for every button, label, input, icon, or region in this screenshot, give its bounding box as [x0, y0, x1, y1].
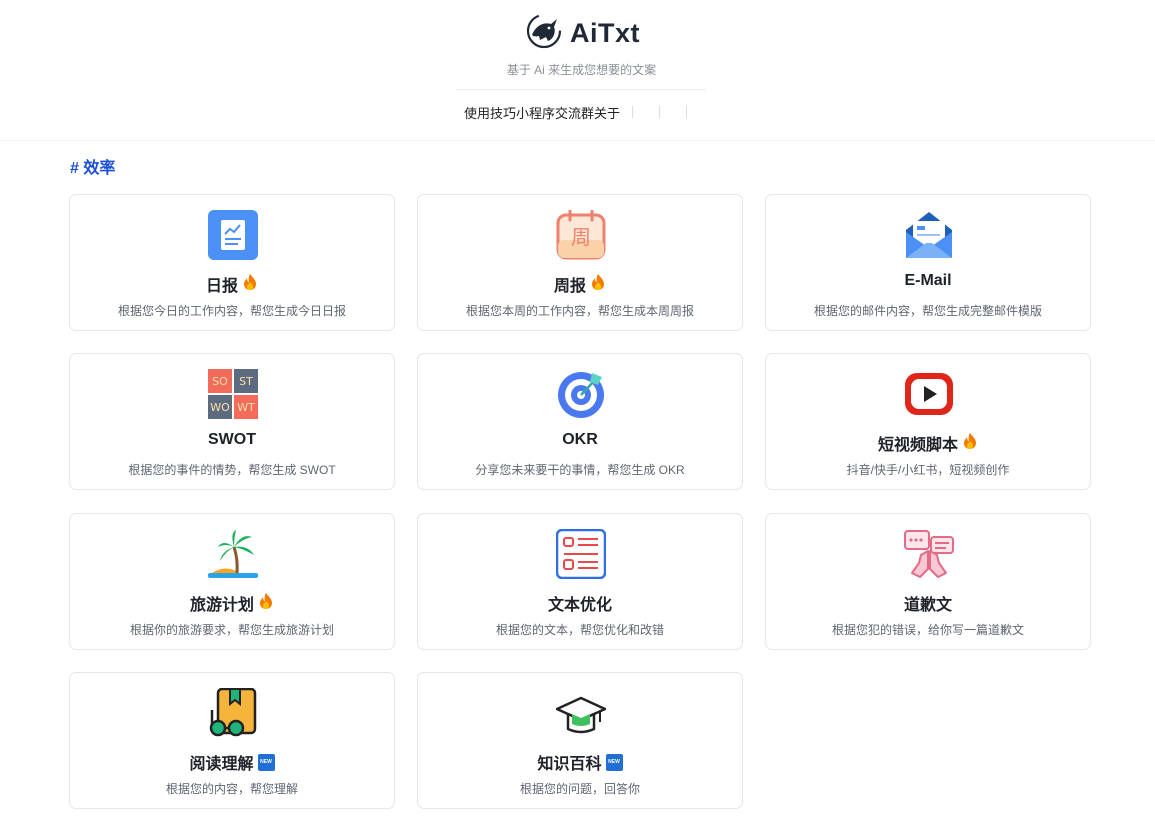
- card-title: 日报: [70, 272, 394, 296]
- card-description: 根据您的内容，帮您理解: [165, 782, 298, 796]
- nav-group[interactable]: 交流群: [555, 103, 594, 122]
- card-title: E-Mail: [766, 272, 1090, 290]
- new-icon: NEW: [257, 753, 275, 771]
- swot-label-so: SO: [212, 375, 228, 388]
- calendar-icon: 周: [556, 210, 606, 260]
- card-description: 根据您犯的错误，给你写一篇道歉文: [831, 623, 1024, 637]
- brand[interactable]: AiTxt: [526, 13, 640, 54]
- card-title: 道歉文: [766, 591, 1090, 615]
- card-email[interactable]: E-Mail 根据您的邮件内容，帮您生成完整邮件模版: [765, 194, 1091, 331]
- card-title-text: 日报: [205, 278, 238, 295]
- card-description: 分享您未来要干的事情，帮您生成 OKR: [475, 463, 685, 477]
- top-nav: 使用技巧 小程序 交流群 关于: [464, 102, 699, 122]
- card-title-text: OKR: [562, 431, 598, 448]
- card-title-text: 文本优化: [547, 597, 612, 614]
- card-okr[interactable]: OKR 分享您未来要干的事情，帮您生成 OKR: [417, 353, 743, 490]
- card-short-video-script[interactable]: 短视频脚本 抖音/快手/小红书，短视频创作: [765, 353, 1091, 490]
- praying-hands-icon: [904, 529, 954, 579]
- report-chart-icon: [208, 210, 258, 260]
- card-apology[interactable]: 道歉文 根据您犯的错误，给你写一篇道歉文: [765, 513, 1091, 650]
- envelope-icon: [904, 210, 954, 260]
- card-weekly-report[interactable]: 周 周报 根据您本周的工作内容，帮您生成本周周报: [417, 194, 743, 331]
- new-icon: NEW: [605, 753, 623, 771]
- card-daily-report[interactable]: 日报 根据您今日的工作内容，帮您生成今日日报: [69, 194, 395, 331]
- card-title-text: 道歉文: [903, 597, 952, 614]
- card-encyclopedia[interactable]: 知识百科 NEW 根据您的问题，回答你: [417, 672, 743, 809]
- card-title-text: 知识百科: [537, 756, 602, 773]
- fire-icon: [590, 273, 606, 296]
- divider: [456, 89, 706, 90]
- card-description: 根据您本周的工作内容，帮您生成本周周报: [465, 304, 694, 318]
- card-title: 周报: [418, 272, 742, 296]
- card-reading[interactable]: 阅读理解 NEW 根据您的内容，帮您理解: [69, 672, 395, 809]
- swot-label-st: ST: [239, 375, 253, 388]
- site-header: AiTxt 基于 Ai 来生成您想要的文案 使用技巧 小程序 交流群 关于: [0, 0, 1155, 141]
- brand-name: AiTxt: [570, 17, 640, 48]
- fire-icon: [258, 592, 274, 615]
- nav-tips[interactable]: 使用技巧: [464, 103, 516, 122]
- card-title-text: 周报: [553, 278, 586, 295]
- card-description: 根据您的文本，帮您优化和改错: [495, 623, 664, 637]
- card-title: 短视频脚本: [766, 431, 1090, 455]
- card-title: 旅游计划: [70, 591, 394, 615]
- card-title-text: 短视频脚本: [877, 437, 958, 454]
- card-text-optimize[interactable]: 文本优化 根据您的文本，帮您优化和改错: [417, 513, 743, 650]
- card-title-text: 阅读理解: [189, 756, 254, 773]
- fire-icon: [962, 432, 978, 455]
- target-icon: [556, 369, 606, 419]
- tagline: 基于 Ai 来生成您想要的文案: [506, 63, 657, 77]
- card-description: 根据您的事件的情势，帮您生成 SWOT: [128, 463, 336, 477]
- card-description: 根据您今日的工作内容，帮您生成今日日报: [117, 304, 346, 318]
- section-title: # 效率: [70, 160, 116, 177]
- card-title: OKR: [418, 431, 742, 449]
- card-description: 根据你的旅游要求，帮您生成旅游计划: [129, 623, 334, 637]
- card-title-text: E-Mail: [904, 272, 952, 289]
- checklist-icon: [556, 529, 606, 579]
- card-title: 文本优化: [418, 591, 742, 615]
- video-play-icon: [904, 369, 954, 419]
- swot-label-wo: WO: [210, 401, 230, 414]
- palm-beach-icon: [208, 529, 258, 579]
- card-title: SWOT: [70, 431, 394, 449]
- nav-about[interactable]: 关于: [594, 103, 620, 122]
- nav-separator: [659, 106, 661, 118]
- swot-label-wt: WT: [237, 401, 255, 414]
- rhino-logo-icon: [526, 13, 562, 54]
- nav-separator: [632, 106, 634, 118]
- card-description: 根据您的问题，回答你: [519, 782, 640, 796]
- card-title: 知识百科 NEW: [418, 750, 742, 774]
- card-swot[interactable]: SO ST WO WT SWOT 根据您的事件的情势，帮您生成 SWOT: [69, 353, 395, 490]
- calendar-glyph: 周: [571, 225, 591, 249]
- graduation-cap-icon: [556, 688, 606, 738]
- nav-separator: [686, 106, 688, 118]
- card-travel-plan[interactable]: 旅游计划 根据你的旅游要求，帮您生成旅游计划: [69, 513, 395, 650]
- nav-miniprogram[interactable]: 小程序: [516, 103, 555, 122]
- card-title-text: SWOT: [208, 431, 256, 448]
- card-description: 根据您的邮件内容，帮您生成完整邮件模版: [813, 304, 1042, 318]
- book-glasses-icon: [208, 688, 258, 738]
- fire-icon: [242, 273, 258, 296]
- card-title: 阅读理解 NEW: [70, 750, 394, 774]
- card-title-text: 旅游计划: [189, 597, 254, 614]
- swot-grid-icon: SO ST WO WT: [208, 369, 258, 419]
- card-description: 抖音/快手/小红书，短视频创作: [846, 463, 1010, 477]
